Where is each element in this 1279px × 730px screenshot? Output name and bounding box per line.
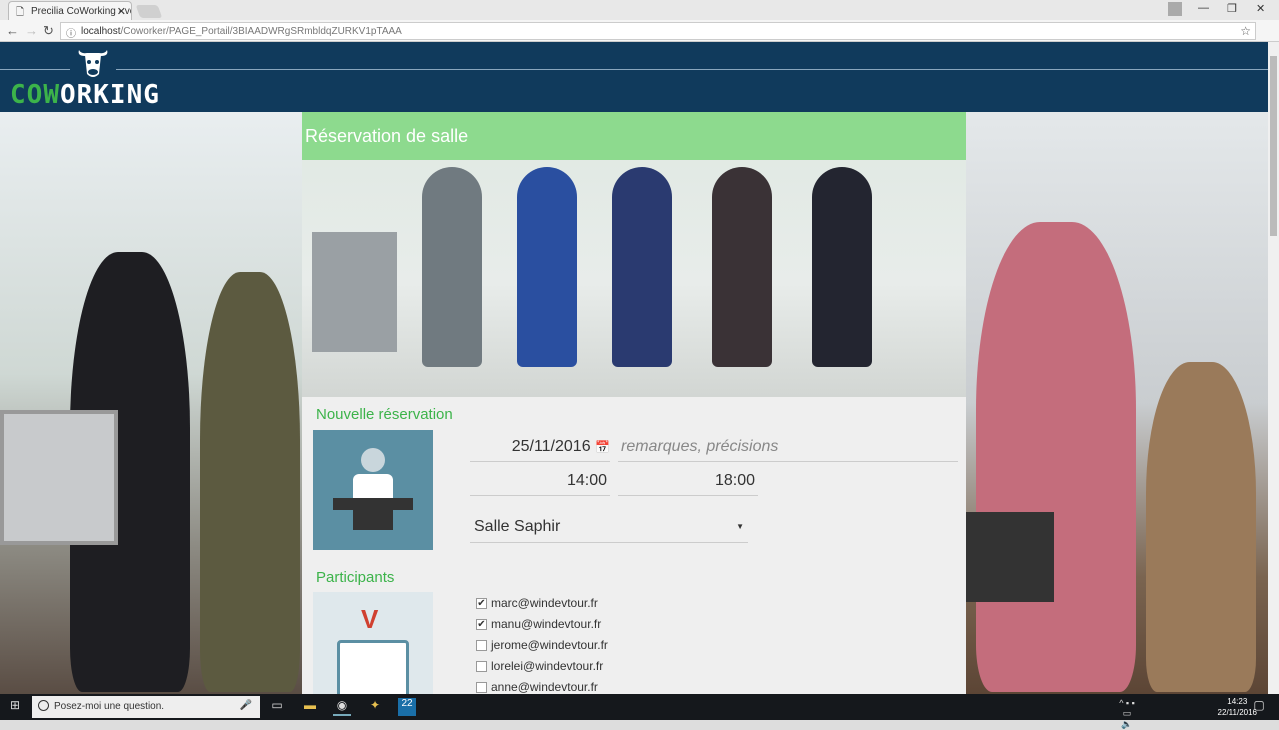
end-time-input[interactable]: 18:00: [618, 472, 758, 496]
participant-email: marc@windevtour.fr: [491, 596, 598, 610]
search-placeholder: Posez-moi une question.: [54, 701, 165, 712]
bookmark-star-icon[interactable]: ☆: [1240, 24, 1251, 38]
microphone-icon[interactable]: 🎤: [240, 700, 252, 711]
cow-logo-icon: [78, 50, 108, 77]
webdev-icon[interactable]: 22: [398, 698, 416, 716]
tray-icons[interactable]: ^ ▪ ▪ ▭ 🔈: [1118, 698, 1136, 729]
photo-person: [812, 167, 872, 367]
photo-person: [517, 167, 577, 367]
url-input[interactable]: ⓘ localhost/Coworker/PAGE_Portail/3BIAADW…: [60, 22, 1256, 40]
reservation-panel: Réservation de salle Nouvelle réservatio…: [302, 112, 966, 694]
coworking-logo[interactable]: COWORKING: [10, 80, 160, 110]
banner-photo: Réservation de salle: [302, 112, 966, 397]
photo-person: [976, 222, 1136, 692]
participant-email: manu@windevtour.fr: [491, 617, 602, 631]
scrollbar-thumb[interactable]: [1270, 56, 1277, 236]
page-scrollbar[interactable]: [1268, 42, 1279, 694]
back-icon[interactable]: ←: [6, 23, 19, 38]
address-bar-row: ← → ↻ ⓘ localhost/Coworker/PAGE_Portail/3…: [0, 20, 1279, 42]
close-window-button[interactable]: ✕: [1256, 2, 1265, 15]
photo-monitor: [0, 410, 118, 545]
start-time-input[interactable]: 14:00: [470, 472, 610, 496]
photo-plant-pot: [312, 232, 397, 352]
participant-checkbox[interactable]: ✔ marc@windevtour.fr: [476, 596, 598, 610]
browser-tab[interactable]: 🗋 Precilia CoWorking - vot ✕: [8, 1, 132, 20]
restore-button[interactable]: ❐: [1227, 2, 1237, 15]
new-reservation-heading: Nouvelle réservation: [316, 406, 453, 423]
page-icon: 🗋: [16, 7, 25, 18]
remarks-input[interactable]: remarques, précisions: [618, 438, 958, 462]
header-line: [0, 69, 70, 70]
room-select[interactable]: Salle Saphir ▼: [470, 518, 748, 543]
photo-person: [200, 272, 300, 692]
header-line: [116, 69, 1268, 70]
date-value: 25/11/2016: [511, 438, 591, 455]
participant-checkbox[interactable]: ✔ manu@windevtour.fr: [476, 617, 601, 631]
logo-part: ORKING: [59, 80, 160, 110]
page-title: Réservation de salle: [302, 112, 966, 160]
checkbox-unchecked[interactable]: [476, 660, 487, 672]
page-content: Réservation de salle Nouvelle réservatio…: [0, 112, 1268, 694]
participant-checkbox[interactable]: lorelei@windevtour.fr: [476, 659, 603, 673]
background-photo-right: [966, 112, 1268, 694]
photo-laptop: [966, 512, 1054, 602]
photo-person: [612, 167, 672, 367]
dropdown-arrow-icon: ▼: [736, 522, 744, 531]
photo-person: [422, 167, 482, 367]
participant-checkbox[interactable]: anne@windevtour.fr: [476, 680, 598, 694]
file-explorer-icon[interactable]: ▬: [301, 698, 319, 716]
cortana-search[interactable]: Posez-moi une question. 🎤: [32, 696, 260, 718]
background-photo-left: [0, 112, 302, 694]
task-view-icon[interactable]: ▭: [268, 698, 286, 716]
site-header: COWORKING: [0, 42, 1268, 112]
windows-taskbar: ⊞ Posez-moi une question. 🎤 ▭ ▬ ◉ ✦ 22 ^ …: [0, 694, 1279, 729]
chrome-icon[interactable]: ◉: [333, 698, 351, 716]
badge-icon: V: [313, 592, 433, 694]
date-input[interactable]: 25/11/2016 📅: [470, 438, 610, 462]
windows-start-icon[interactable]: ⊞: [6, 698, 24, 716]
participant-email: lorelei@windevtour.fr: [491, 659, 604, 673]
info-icon: ⓘ: [66, 29, 76, 40]
close-tab-icon[interactable]: ✕: [117, 5, 126, 18]
participant-email: anne@windevtour.fr: [491, 680, 598, 694]
checkbox-unchecked[interactable]: [476, 639, 487, 651]
checkbox-checked[interactable]: ✔: [476, 597, 487, 609]
logo-part: CO: [10, 80, 44, 110]
url-path: /Coworker/PAGE_Portail/3BIAADWRgSRmbldqZ…: [120, 26, 402, 37]
calendar-icon[interactable]: 📅: [595, 440, 610, 454]
checkbox-unchecked[interactable]: [476, 681, 487, 693]
photo-person: [712, 167, 772, 367]
participant-checkbox[interactable]: jerome@windevtour.fr: [476, 638, 608, 652]
user-icon[interactable]: [1168, 2, 1182, 16]
cortana-icon: [38, 700, 49, 711]
reload-icon[interactable]: ↻: [43, 23, 54, 39]
forward-icon[interactable]: →: [25, 23, 38, 38]
logo-part: W: [43, 80, 60, 110]
notifications-icon[interactable]: ▢: [1250, 698, 1268, 716]
photo-person: [1146, 362, 1256, 692]
new-tab-button[interactable]: [135, 5, 163, 18]
participant-email: jerome@windevtour.fr: [491, 638, 608, 652]
browser-tab-bar: 🗋 Precilia CoWorking - vot ✕ — ❐ ✕: [0, 0, 1279, 20]
windev-icon[interactable]: ✦: [366, 698, 384, 716]
url-host: localhost: [81, 26, 121, 37]
minimize-button[interactable]: —: [1198, 2, 1209, 14]
participants-heading: Participants: [316, 569, 395, 586]
checkbox-checked[interactable]: ✔: [476, 618, 487, 630]
room-value: Salle Saphir: [474, 518, 561, 535]
speaker-podium-icon: [313, 430, 433, 550]
